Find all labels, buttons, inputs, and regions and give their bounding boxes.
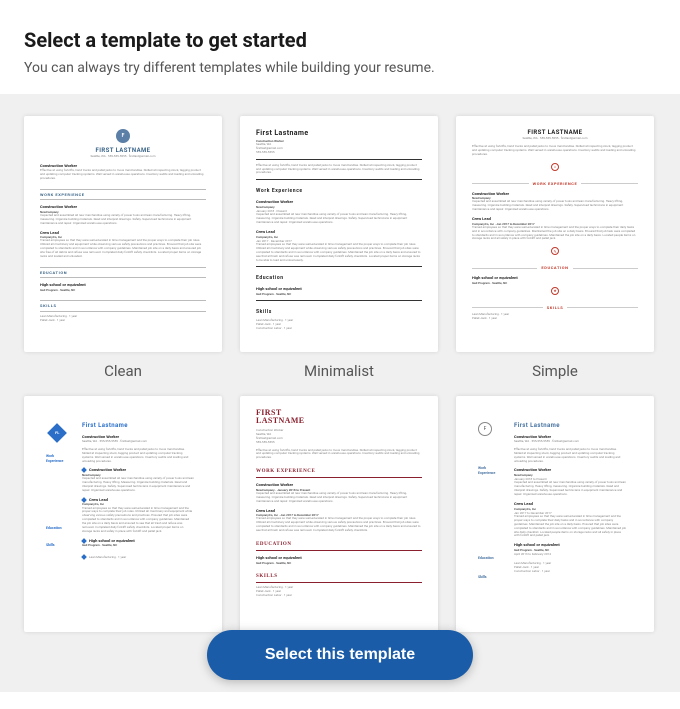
avatar-circle: F bbox=[116, 129, 130, 143]
template-label: Clean bbox=[104, 362, 142, 380]
template-card-diamond[interactable]: FL WorkExperience Education Skills First… bbox=[24, 396, 222, 632]
template-card-simple[interactable]: FIRST LASTNAME Seattle, WA · 555-555-555… bbox=[456, 116, 654, 352]
education-icon: ✎ bbox=[551, 247, 559, 255]
briefcase-icon: ⌂ bbox=[551, 163, 559, 171]
template-card-clean[interactable]: F FIRST LASTNAME Seattle, WA · 555-555-5… bbox=[24, 116, 222, 352]
resume-name: First Lastname bbox=[82, 422, 194, 430]
page-title: Select a template to get started bbox=[24, 28, 656, 52]
resume-name: First Lastname bbox=[514, 422, 626, 430]
diamond-bullet-icon bbox=[81, 554, 87, 560]
template-card-circle[interactable]: F WorkExperience Education Skills First … bbox=[456, 396, 654, 632]
template-label: Simple bbox=[532, 362, 578, 380]
template-gallery: F FIRST LASTNAME Seattle, WA · 555-555-5… bbox=[0, 94, 680, 692]
avatar-outline-icon: F bbox=[478, 422, 492, 436]
page-subtitle: You can always try different templates w… bbox=[24, 60, 656, 76]
diamond-icon: FL bbox=[47, 423, 67, 443]
resume-name: FIRSTLASTNAME bbox=[256, 409, 422, 425]
skills-icon: ★ bbox=[551, 287, 559, 295]
template-card-serif[interactable]: FIRSTLASTNAME Construction WorkerSeattle… bbox=[240, 396, 438, 632]
template-card-minimalist[interactable]: First Lastname Construction Worker Seatt… bbox=[240, 116, 438, 352]
resume-name: First Lastname bbox=[256, 129, 422, 139]
select-template-button[interactable]: Select this template bbox=[207, 630, 473, 680]
template-label: Minimalist bbox=[304, 362, 374, 380]
